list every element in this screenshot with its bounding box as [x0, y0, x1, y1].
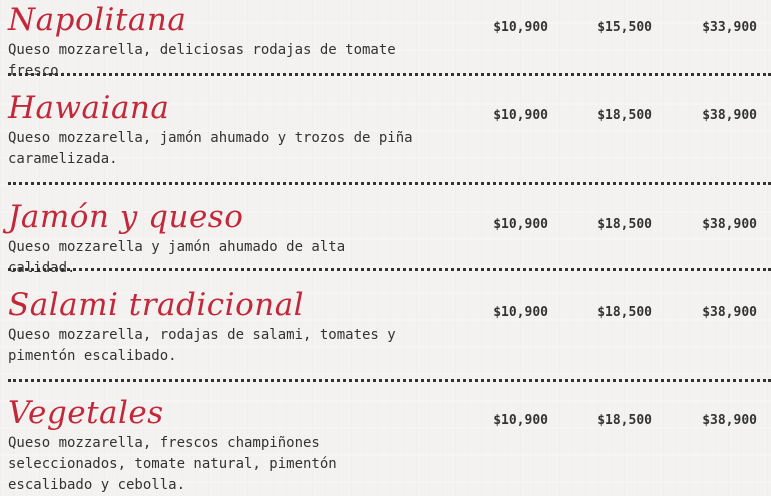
- item-description: Queso mozzarella y jamón ahumado de alta…: [8, 239, 346, 276]
- pizza-menu: Napolitana Queso mozzarella, deliciosas …: [0, 0, 771, 493]
- dotted-divider: [8, 268, 771, 271]
- price-small: $10,900: [493, 108, 548, 123]
- dotted-divider: [8, 73, 771, 76]
- item-description: Queso mozzarella, jamón ahumado y trozos…: [8, 130, 413, 167]
- price-small: $10,900: [493, 413, 548, 428]
- price-small: $10,900: [493, 305, 548, 320]
- price-medium: $18,500: [597, 413, 652, 428]
- price-medium: $18,500: [597, 305, 652, 320]
- item-name: Salami tradicional: [8, 287, 305, 323]
- price-small: $10,900: [493, 217, 548, 232]
- dotted-divider: [8, 182, 771, 185]
- price-medium: $18,500: [597, 108, 652, 123]
- price-small: $10,900: [493, 20, 548, 35]
- menu-item-salami-tradicional: Salami tradicional Queso mozzarella, rod…: [0, 285, 771, 382]
- price-large: $38,900: [702, 305, 757, 320]
- item-name: Vegetales: [8, 395, 164, 431]
- price-medium: $18,500: [597, 217, 652, 232]
- menu-item-jamon-y-queso: Jamón y queso Queso mozzarella y jamón a…: [0, 197, 771, 276]
- price-large: $38,900: [702, 108, 757, 123]
- price-medium: $15,500: [597, 20, 652, 35]
- item-name: Napolitana: [8, 2, 187, 38]
- price-large: $38,900: [702, 217, 757, 232]
- menu-item-vegetales: Vegetales Queso mozzarella, frescos cham…: [0, 393, 771, 493]
- item-name: Jamón y queso: [8, 199, 244, 235]
- item-name: Hawaiana: [8, 90, 170, 126]
- price-large: $38,900: [702, 413, 757, 428]
- item-description: Queso mozzarella, rodajas de salami, tom…: [8, 327, 396, 364]
- dotted-divider: [8, 379, 771, 382]
- menu-item-hawaiana: Hawaiana Queso mozzarella, jamón ahumado…: [0, 88, 771, 186]
- menu-item-napolitana: Napolitana Queso mozzarella, deliciosas …: [0, 0, 771, 79]
- item-description: Queso mozzarella, frescos champiñones se…: [8, 435, 337, 493]
- price-large: $33,900: [702, 20, 757, 35]
